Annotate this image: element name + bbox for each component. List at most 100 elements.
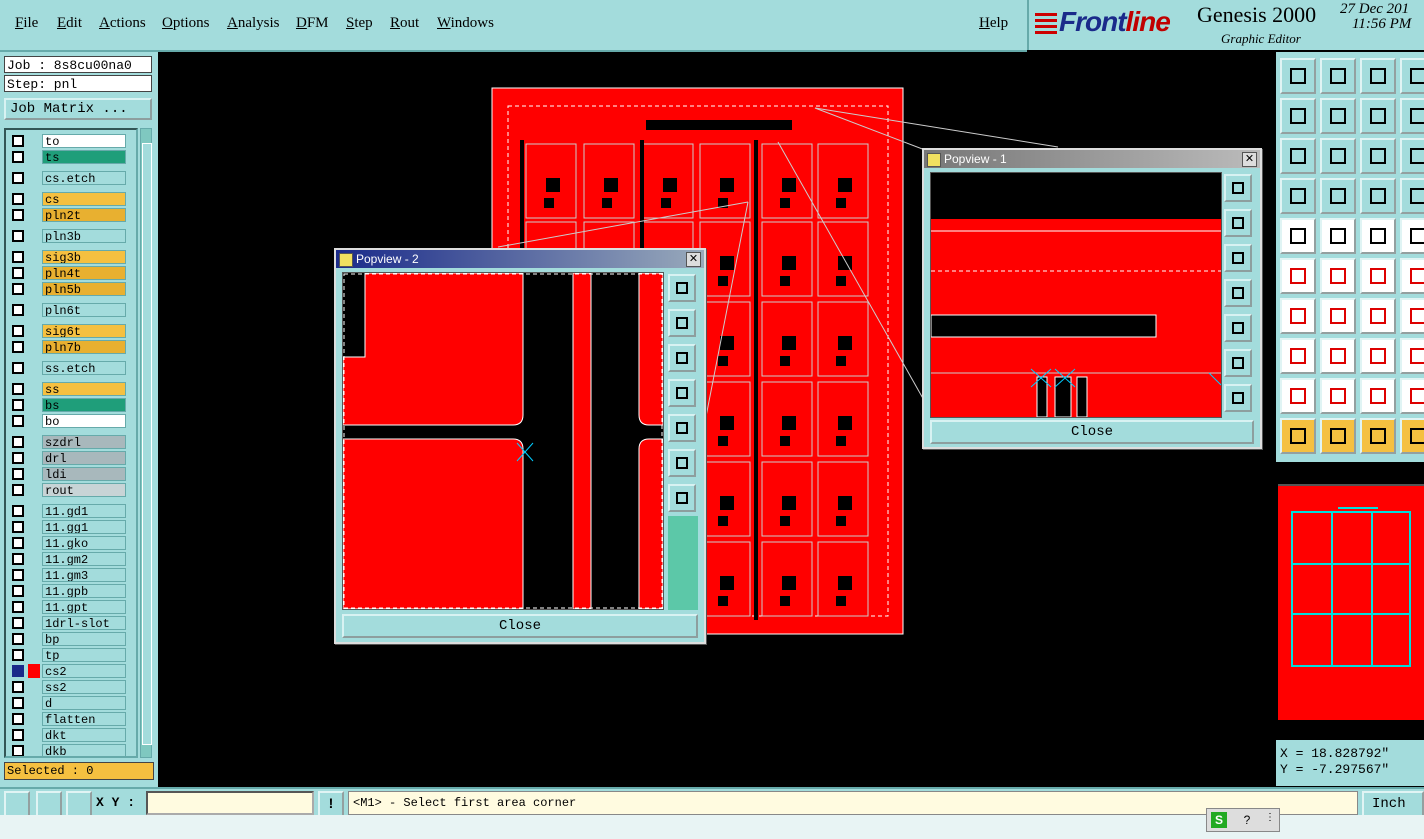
layer-name[interactable]: ts bbox=[42, 150, 126, 164]
layer-row[interactable]: pln6t bbox=[8, 303, 134, 317]
snap-mode-icon[interactable] bbox=[4, 791, 30, 817]
layer-checkbox[interactable] bbox=[12, 325, 24, 337]
layer-name[interactable]: pln6t bbox=[42, 303, 126, 317]
line-icon[interactable] bbox=[1360, 258, 1396, 294]
layer-checkbox[interactable] bbox=[12, 415, 24, 427]
grid-snap-icon[interactable] bbox=[66, 791, 92, 817]
popview-1-view[interactable] bbox=[930, 172, 1222, 418]
layer-name[interactable]: 11.gko bbox=[42, 536, 126, 550]
tray-menu-icon[interactable]: ⋮ bbox=[1265, 812, 1275, 823]
layer-row[interactable]: szdrl bbox=[8, 435, 134, 449]
pad-icon[interactable] bbox=[1280, 218, 1316, 254]
layer-checkbox[interactable] bbox=[12, 697, 24, 709]
scroll-thumb[interactable] bbox=[142, 143, 152, 745]
layer-checkbox[interactable] bbox=[12, 172, 24, 184]
layer-checkbox[interactable] bbox=[12, 135, 24, 147]
pan-down-icon[interactable] bbox=[1224, 244, 1252, 272]
layer-row[interactable]: ldi bbox=[8, 467, 134, 481]
layer-name[interactable]: ldi bbox=[42, 467, 126, 481]
close-icon[interactable]: ✕ bbox=[686, 252, 701, 267]
grid-icon[interactable] bbox=[1320, 178, 1356, 214]
help-icon[interactable] bbox=[1400, 98, 1424, 134]
pan-left-icon[interactable] bbox=[668, 379, 696, 407]
layer-checkbox[interactable] bbox=[12, 452, 24, 464]
layer-name[interactable]: cs bbox=[42, 192, 126, 206]
layer-name[interactable]: pln4t bbox=[42, 266, 126, 280]
layer-icon[interactable] bbox=[1360, 178, 1396, 214]
layer-row[interactable]: rout bbox=[8, 483, 134, 497]
layer-row[interactable]: 11.gg1 bbox=[8, 520, 134, 534]
layer-name[interactable]: cs2 bbox=[42, 664, 126, 678]
shape-icon[interactable] bbox=[1320, 218, 1356, 254]
popview-1-titlebar[interactable]: Popview - 1 ✕ bbox=[924, 150, 1260, 168]
arrow-up-icon[interactable] bbox=[1320, 378, 1356, 414]
layer-scrollbar[interactable] bbox=[140, 128, 152, 758]
layer-checkbox[interactable] bbox=[12, 553, 24, 565]
menu-windows[interactable]: Windows bbox=[437, 15, 494, 32]
align-icon[interactable] bbox=[1400, 298, 1424, 334]
help-icon[interactable]: ? bbox=[1239, 812, 1255, 828]
layer-name[interactable]: szdrl bbox=[42, 435, 126, 449]
layer-checkbox[interactable] bbox=[12, 251, 24, 263]
menu-actions[interactable]: Actions bbox=[99, 15, 146, 32]
zoom-out-icon[interactable] bbox=[668, 484, 696, 512]
popview-2-view[interactable] bbox=[342, 272, 664, 610]
layer-checkbox[interactable] bbox=[12, 729, 24, 741]
layer-name[interactable]: bs bbox=[42, 398, 126, 412]
connect-icon[interactable] bbox=[1280, 258, 1316, 294]
select-icon[interactable] bbox=[1320, 418, 1356, 454]
units-button[interactable]: Inch bbox=[1362, 791, 1424, 817]
settings-icon[interactable] bbox=[1280, 178, 1316, 214]
layer-checkbox[interactable] bbox=[12, 267, 24, 279]
scale-icon[interactable] bbox=[1360, 138, 1396, 174]
layer-name[interactable]: cs.etch bbox=[42, 171, 126, 185]
layer-name[interactable]: rout bbox=[42, 483, 126, 497]
layer-checkbox[interactable] bbox=[12, 468, 24, 480]
layer-checkbox[interactable] bbox=[12, 436, 24, 448]
layer-checkbox[interactable] bbox=[12, 681, 24, 693]
rotate-icon[interactable] bbox=[1360, 298, 1396, 334]
menu-dfm[interactable]: DFM bbox=[296, 15, 329, 32]
layer-checkbox[interactable] bbox=[12, 633, 24, 645]
layer-name[interactable]: pln3b bbox=[42, 229, 126, 243]
distance-icon[interactable] bbox=[1360, 338, 1396, 374]
layer-row[interactable]: cs.etch bbox=[8, 171, 134, 185]
menu-file[interactable]: File bbox=[15, 15, 38, 32]
layer-row[interactable]: ss2 bbox=[8, 680, 134, 694]
layer-row[interactable]: flatten bbox=[8, 712, 134, 726]
menu-options[interactable]: Options bbox=[162, 15, 210, 32]
layer-checkbox[interactable] bbox=[12, 713, 24, 725]
layer-name[interactable]: sig6t bbox=[42, 324, 126, 338]
pan-right-icon[interactable] bbox=[668, 414, 696, 442]
zoom-fit-icon[interactable] bbox=[1224, 349, 1252, 377]
cut-icon[interactable] bbox=[1320, 338, 1356, 374]
layer-name[interactable]: dkt bbox=[42, 728, 126, 742]
layer-checkbox[interactable] bbox=[12, 505, 24, 517]
popview-2-titlebar[interactable]: Popview - 2 ✕ bbox=[336, 250, 704, 268]
arc-icon[interactable] bbox=[1400, 258, 1424, 294]
route-icon[interactable] bbox=[1400, 418, 1424, 454]
angle-icon[interactable] bbox=[1280, 298, 1316, 334]
zoom-fit-icon[interactable] bbox=[668, 449, 696, 477]
layer2-icon[interactable] bbox=[1400, 178, 1424, 214]
layer-checkbox[interactable] bbox=[12, 362, 24, 374]
layer-name[interactable]: 1drl-slot bbox=[42, 616, 126, 630]
layer-checkbox[interactable] bbox=[12, 537, 24, 549]
layer-checkbox[interactable] bbox=[12, 341, 24, 353]
pan-up-icon[interactable] bbox=[668, 309, 696, 337]
center-icon[interactable] bbox=[1320, 138, 1356, 174]
layer-name[interactable]: pln2t bbox=[42, 208, 126, 222]
layer-checkbox[interactable] bbox=[12, 569, 24, 581]
layer-row[interactable]: pln2t bbox=[8, 208, 134, 222]
xy-input[interactable] bbox=[146, 791, 314, 815]
layer-checkbox[interactable] bbox=[12, 649, 24, 661]
layer-row[interactable]: d bbox=[8, 696, 134, 710]
layer-row[interactable]: pln3b bbox=[8, 229, 134, 243]
open-icon[interactable] bbox=[1280, 58, 1316, 94]
layer-row[interactable]: dkt bbox=[8, 728, 134, 742]
layer-row[interactable]: bo bbox=[8, 414, 134, 428]
layer-name[interactable]: 11.gm2 bbox=[42, 552, 126, 566]
popview-1-close-button[interactable]: Close bbox=[930, 420, 1254, 444]
pan-down-icon[interactable] bbox=[668, 344, 696, 372]
copy-icon[interactable] bbox=[1400, 338, 1424, 374]
